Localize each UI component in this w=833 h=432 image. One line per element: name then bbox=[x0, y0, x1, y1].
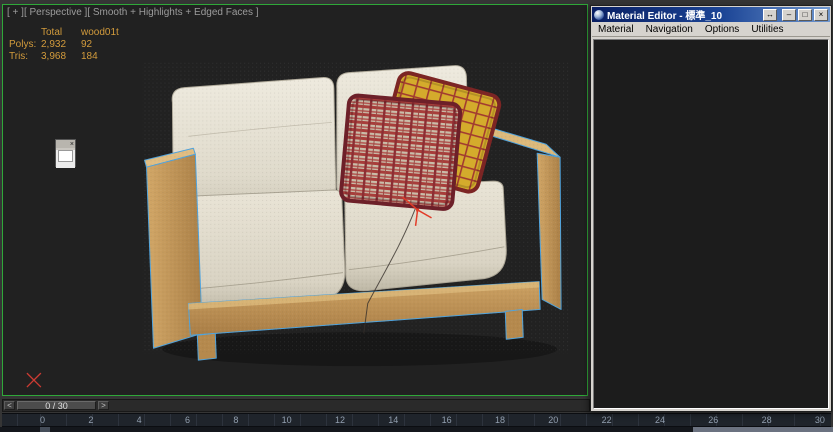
plaid-pillow[interactable] bbox=[339, 93, 463, 211]
trackbar-scrollbar[interactable] bbox=[693, 427, 833, 432]
close-button[interactable]: × bbox=[814, 8, 828, 21]
stats-polys-row: Polys: 2,932 92 bbox=[9, 39, 129, 51]
tris-label: Tris: bbox=[9, 51, 29, 62]
perspective-viewport[interactable]: [ + ][ Perspective ][ Smooth + Highlight… bbox=[2, 4, 588, 396]
3d-app-window: [ + ][ Perspective ][ Smooth + Highlight… bbox=[0, 0, 833, 432]
material-editor-window: Material Editor - 標準_10 ↔ – □ × Material… bbox=[590, 5, 832, 412]
prev-frame-button[interactable]: < bbox=[4, 401, 15, 410]
world-axis-icon bbox=[26, 372, 42, 388]
material-editor-menubar: Material Navigation Options Utilities bbox=[592, 22, 830, 37]
viewport-statistics: Total wood01t Polys: 2,932 92 Tris: 3,96… bbox=[9, 27, 129, 63]
tris-total: 3,968 bbox=[41, 51, 67, 62]
trackbar-tick: 20 bbox=[548, 415, 559, 425]
polys-total: 2,932 bbox=[41, 39, 67, 50]
left-leg bbox=[196, 332, 217, 361]
mini-dialog-swatch bbox=[58, 150, 73, 162]
trackbar-tick: 8 bbox=[233, 415, 239, 425]
mini-dialog-titlebar[interactable]: × bbox=[56, 140, 75, 148]
mini-dialog-close-icon[interactable]: × bbox=[70, 141, 74, 148]
menu-material[interactable]: Material bbox=[598, 24, 634, 35]
trackbar-tick: 6 bbox=[184, 415, 190, 425]
menu-navigation[interactable]: Navigation bbox=[646, 24, 693, 35]
trackbar-tick: 2 bbox=[88, 415, 94, 425]
material-editor-client-area[interactable] bbox=[593, 39, 829, 409]
right-arm-post bbox=[536, 152, 562, 310]
mini-dialog-body bbox=[56, 150, 75, 168]
scene-canvas[interactable] bbox=[3, 5, 587, 395]
time-slider[interactable]: < 0 / 30 > bbox=[2, 399, 590, 412]
trackbar-tick: 28 bbox=[761, 415, 772, 425]
bottom-strip bbox=[0, 427, 833, 432]
stats-object-header: wood01t bbox=[81, 27, 119, 38]
viewport-label[interactable]: [ + ][ Perspective ][ Smooth + Highlight… bbox=[7, 7, 259, 18]
trackbar-tick: 16 bbox=[441, 415, 452, 425]
maximize-button[interactable]: □ bbox=[798, 8, 812, 21]
polys-selected: 92 bbox=[81, 39, 93, 50]
trackbar-tick: 10 bbox=[281, 415, 292, 425]
trackbar-tick: 4 bbox=[136, 415, 142, 425]
minimize-button[interactable]: – bbox=[782, 8, 796, 21]
trackbar-tick: 22 bbox=[601, 415, 612, 425]
polys-label: Polys: bbox=[9, 39, 37, 50]
right-leg bbox=[504, 308, 524, 340]
stats-tris-row: Tris: 3,968 184 bbox=[9, 51, 129, 63]
trackbar-tick: 0 bbox=[40, 415, 46, 425]
time-slider-handle[interactable]: 0 / 30 bbox=[17, 401, 96, 411]
tris-selected: 184 bbox=[81, 51, 98, 62]
material-editor-titlebar[interactable]: Material Editor - 標準_10 ↔ – □ × bbox=[592, 7, 830, 22]
stats-total-header: Total bbox=[41, 27, 63, 38]
trackbar-tick: 14 bbox=[388, 415, 399, 425]
menu-options[interactable]: Options bbox=[705, 24, 739, 35]
floor-shadow bbox=[162, 332, 558, 367]
material-editor-title: Material Editor - 標準_10 bbox=[607, 11, 723, 22]
stats-header-row: Total wood01t bbox=[9, 27, 129, 39]
trackbar-tick: 18 bbox=[494, 415, 505, 425]
sofa-model[interactable] bbox=[142, 62, 570, 361]
trackbar-tick: 26 bbox=[708, 415, 719, 425]
material-editor-icon bbox=[594, 9, 604, 20]
next-frame-button[interactable]: > bbox=[98, 401, 109, 410]
menu-utilities[interactable]: Utilities bbox=[751, 24, 783, 35]
trackbar-tick: 30 bbox=[814, 415, 825, 425]
trackbar-tick: 12 bbox=[334, 415, 345, 425]
trackbar-range-handle[interactable] bbox=[40, 427, 50, 432]
mini-dialog[interactable]: × bbox=[55, 139, 76, 168]
trackbar-tick: 24 bbox=[654, 415, 665, 425]
track-bar[interactable]: 0 2 4 6 8 10 12 14 16 18 20 22 24 26 28 … bbox=[2, 413, 831, 427]
float-button[interactable]: ↔ bbox=[763, 8, 777, 21]
